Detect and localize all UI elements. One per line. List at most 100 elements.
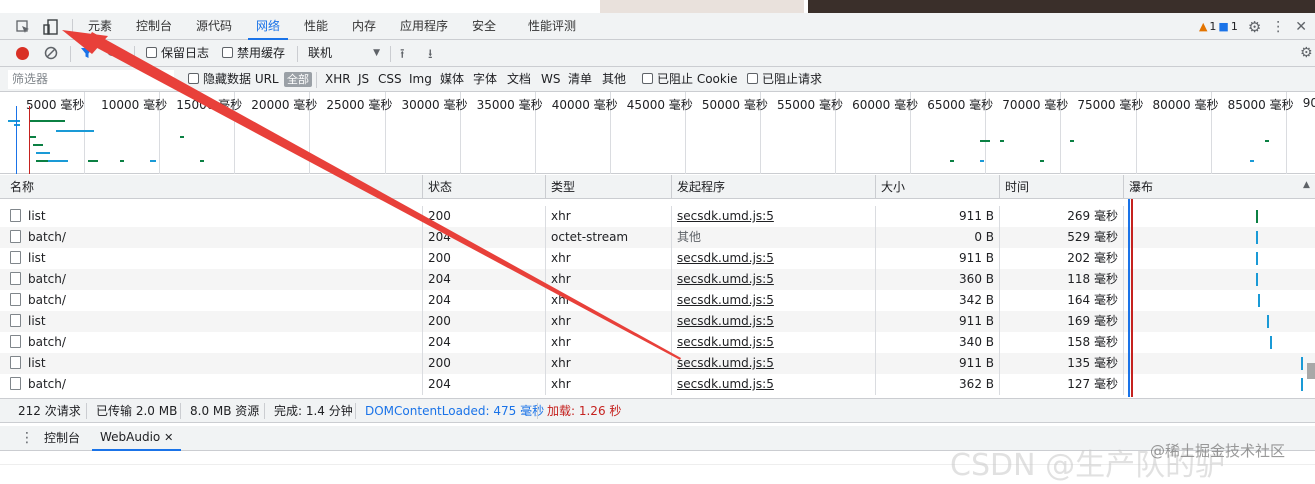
device-toolbar-icon[interactable] xyxy=(42,18,60,36)
cell-initiator[interactable]: secsdk.umd.js:5 xyxy=(672,311,876,332)
tab-security[interactable]: 安全 xyxy=(464,13,504,40)
search-icon[interactable] xyxy=(106,45,121,63)
issues-badge[interactable]: ▲ 1 ■ 1 xyxy=(1199,20,1238,33)
tab-memory[interactable]: 内存 xyxy=(344,13,384,40)
drawer-tab-console[interactable]: 控制台 xyxy=(44,426,80,451)
column-header-status[interactable]: 状态 xyxy=(423,175,546,199)
filter-input[interactable]: 筛选器 xyxy=(8,70,174,89)
preserve-log-checkbox[interactable]: 保留日志 xyxy=(146,40,209,67)
cell-size: 911 B xyxy=(876,206,1000,227)
overview-tick-label: 85000 毫秒 xyxy=(1227,98,1294,112)
domcontentloaded-time: DOMContentLoaded: 475 毫秒 xyxy=(365,404,545,418)
table-row[interactable]: list 200 xhr secsdk.umd.js:5 911 B 169 毫秒 xyxy=(0,311,1315,332)
cell-initiator[interactable]: secsdk.umd.js:5 xyxy=(672,206,876,227)
tab-application[interactable]: 应用程序 xyxy=(392,13,456,40)
cell-name[interactable]: list xyxy=(5,248,423,269)
tab-performance[interactable]: 性能 xyxy=(296,13,336,40)
table-row[interactable]: batch/204 xhr secsdk.umd.js:5 362 B 127 毫秒 xyxy=(0,374,1315,395)
scrollbar-thumb[interactable] xyxy=(1307,363,1315,379)
filter-type-other[interactable]: 其他 xyxy=(602,67,626,92)
cell-size: 911 B xyxy=(876,353,1000,374)
filter-type-xhr[interactable]: XHR xyxy=(325,67,351,92)
dropdown-arrow-icon: ▼ xyxy=(373,48,380,58)
cell-name[interactable]: list xyxy=(5,353,423,374)
cell-initiator[interactable]: secsdk.umd.js:5 xyxy=(672,374,876,395)
waterfall-bar xyxy=(1266,315,1269,328)
filter-icon[interactable] xyxy=(80,46,94,63)
column-header-waterfall[interactable]: 瀑布 xyxy=(1124,175,1300,199)
hide-data-url-checkbox[interactable]: 隐藏数据 URL xyxy=(188,67,279,92)
filter-type-doc[interactable]: 文档 xyxy=(507,67,531,92)
cell-name[interactable]: batch/ xyxy=(5,227,423,248)
cell-name[interactable]: list xyxy=(5,206,423,227)
tab-sources[interactable]: 源代码 xyxy=(188,13,240,40)
cell-initiator[interactable]: secsdk.umd.js:5 xyxy=(672,269,876,290)
column-header-name[interactable]: 名称 xyxy=(5,175,423,199)
table-row[interactable]: batch/204 xhr secsdk.umd.js:5 360 B 118 毫秒 xyxy=(0,269,1315,290)
column-header-initiator[interactable]: 发起程序 xyxy=(672,175,876,199)
close-devtools-icon[interactable]: ✕ xyxy=(1295,19,1307,35)
blocked-requests-checkbox[interactable]: 已阻止请求 xyxy=(747,67,822,92)
cell-initiator[interactable]: secsdk.umd.js:5 xyxy=(672,353,876,374)
request-name: list xyxy=(28,209,46,223)
cell-name[interactable]: batch/ xyxy=(5,332,423,353)
drawer-tab-webaudio[interactable]: WebAudio ✕ xyxy=(92,426,182,451)
request-name: batch/ xyxy=(28,230,66,244)
table-row[interactable]: list 200 xhr secsdk.umd.js:5 911 B 202 毫秒 xyxy=(0,248,1315,269)
cell-type: octet-stream xyxy=(546,227,672,248)
filter-type-all[interactable]: 全部 xyxy=(284,72,312,87)
cell-initiator[interactable]: secsdk.umd.js:5 xyxy=(672,290,876,311)
document-icon xyxy=(10,356,21,369)
filter-type-js[interactable]: JS xyxy=(358,67,369,92)
column-header-type[interactable]: 类型 xyxy=(546,175,672,199)
cell-name[interactable]: batch/ xyxy=(5,269,423,290)
tab-elements[interactable]: 元素 xyxy=(80,13,120,40)
overview-request-bar xyxy=(88,160,98,162)
tab-console[interactable]: 控制台 xyxy=(128,13,180,40)
throttling-select[interactable]: 联机 ▼ xyxy=(308,40,386,67)
table-row-partial[interactable] xyxy=(0,199,1315,205)
cell-type: xhr xyxy=(546,269,672,290)
tab-network[interactable]: 网络 xyxy=(248,13,289,40)
table-row[interactable]: batch/204 octet-stream 其他 0 B 529 毫秒 xyxy=(0,227,1315,248)
export-har-icon[interactable]: ⭳ xyxy=(428,45,433,67)
cell-name[interactable]: batch/ xyxy=(5,374,423,395)
disable-cache-checkbox[interactable]: 禁用缓存 xyxy=(222,40,285,67)
waterfall-bar xyxy=(1256,210,1259,223)
cell-initiator[interactable]: secsdk.umd.js:5 xyxy=(672,248,876,269)
filter-type-ws[interactable]: WS xyxy=(541,67,560,92)
blocked-cookies-checkbox[interactable]: 已阻止 Cookie xyxy=(642,67,738,92)
import-har-icon[interactable]: ⭱ xyxy=(400,45,405,67)
table-row[interactable]: batch/204 xhr secsdk.umd.js:5 342 B 164 毫秒 xyxy=(0,290,1315,311)
table-row[interactable]: batch/204 xhr secsdk.umd.js:5 340 B 158 毫秒 xyxy=(0,332,1315,353)
filter-type-font[interactable]: 字体 xyxy=(473,67,497,92)
cell-name[interactable]: batch/ xyxy=(5,290,423,311)
close-tab-icon[interactable]: ✕ xyxy=(164,431,173,444)
table-header: 名称 状态 类型 发起程序 大小 时间 瀑布 ▲ xyxy=(0,175,1315,199)
drawer-menu-icon[interactable]: ⋮ xyxy=(20,430,34,446)
network-settings-gear-icon[interactable]: ⚙ xyxy=(1300,45,1313,61)
overview-request-bar xyxy=(56,130,94,132)
column-header-size[interactable]: 大小 xyxy=(876,175,1000,199)
cell-name[interactable]: list xyxy=(5,311,423,332)
cell-size: 360 B xyxy=(876,269,1000,290)
clear-icon[interactable] xyxy=(44,46,58,63)
filter-type-img[interactable]: Img xyxy=(409,67,432,92)
cell-initiator[interactable]: 其他 xyxy=(672,227,876,248)
resources-size: 8.0 MB 资源 xyxy=(190,404,260,418)
tab-lighthouse[interactable]: 性能评测 xyxy=(520,13,584,40)
more-options-icon[interactable]: ⋮ xyxy=(1271,19,1285,35)
table-row[interactable]: list 200 xhr secsdk.umd.js:5 911 B 269 毫秒 xyxy=(0,206,1315,227)
inspect-element-icon[interactable] xyxy=(14,18,32,36)
table-row[interactable]: list 200 xhr secsdk.umd.js:5 911 B 135 毫秒 xyxy=(0,353,1315,374)
filter-type-css[interactable]: CSS xyxy=(378,67,402,92)
filter-type-media[interactable]: 媒体 xyxy=(440,67,464,92)
network-overview[interactable]: 5000 毫秒 10000 毫秒 15000 毫秒 20000 毫秒 25000 毫秒 3… xyxy=(0,92,1315,174)
column-header-time[interactable]: 时间 xyxy=(1000,175,1124,199)
document-icon xyxy=(10,251,21,264)
overview-request-bar xyxy=(48,160,68,162)
filter-type-manifest[interactable]: 清单 xyxy=(568,67,592,92)
record-icon[interactable] xyxy=(16,47,29,60)
cell-initiator[interactable]: secsdk.umd.js:5 xyxy=(672,332,876,353)
settings-gear-icon[interactable]: ⚙ xyxy=(1248,18,1261,36)
